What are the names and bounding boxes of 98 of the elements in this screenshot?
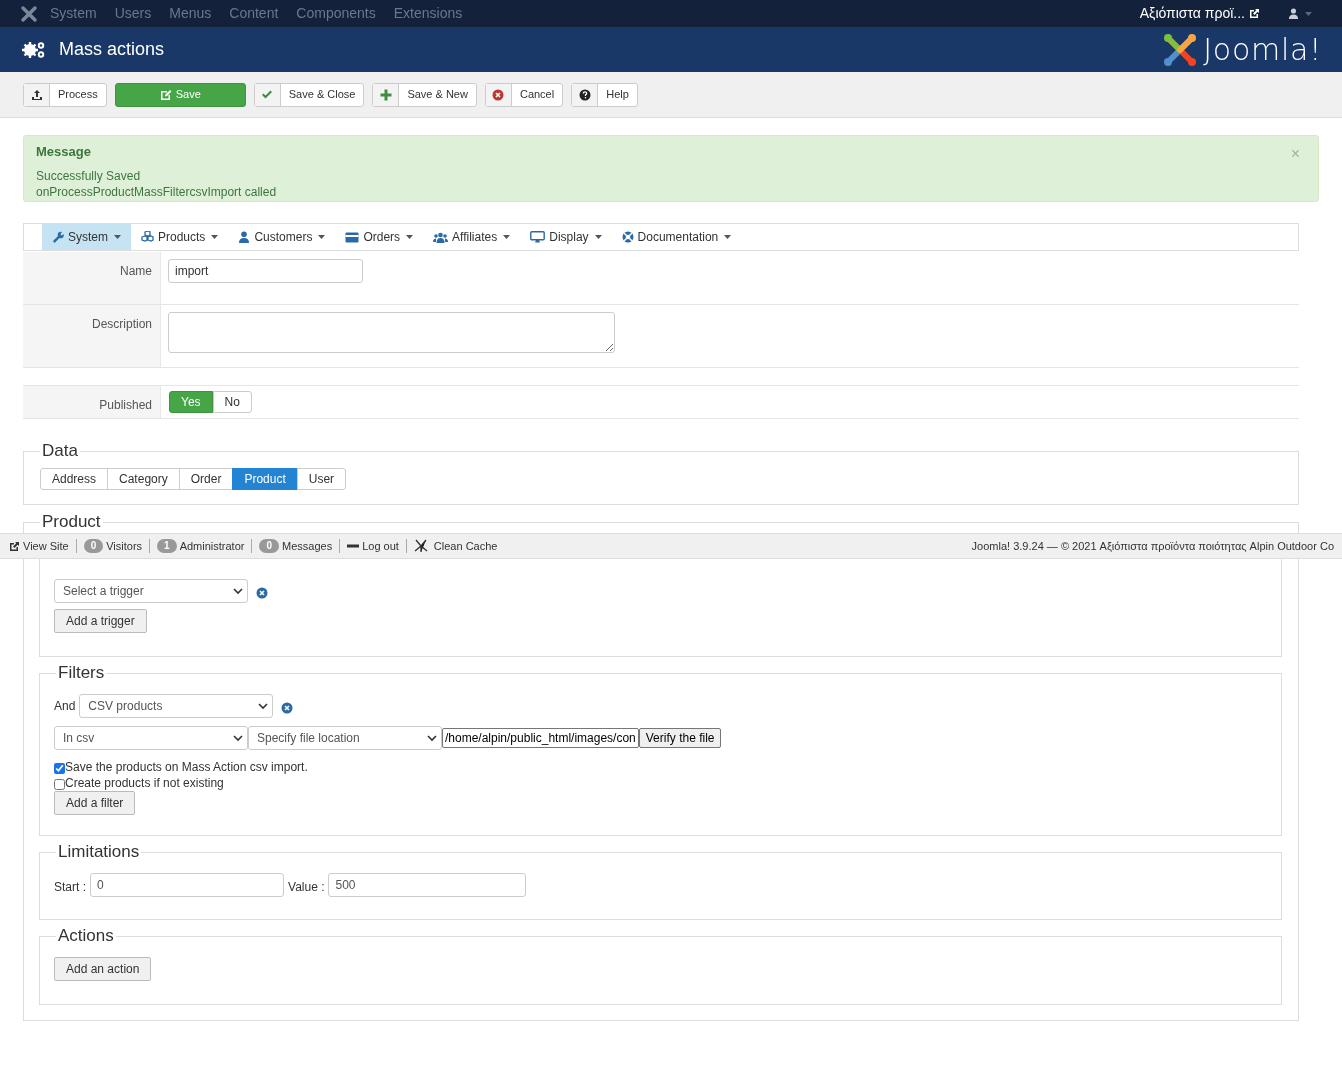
data-tab[interactable]: Address [40,468,109,490]
menu-tab[interactable]: Display [520,224,612,250]
joomla-icon[interactable] [20,4,38,23]
help-icon [578,88,591,101]
caret-icon [211,235,219,239]
menu-item[interactable]: Components [296,3,376,24]
toolbar-button[interactable]: Save & Close [253,82,365,107]
field-label: Description [91,317,152,331]
field-label: Name [120,264,152,278]
caret-icon [724,235,732,239]
select-field[interactable]: CSV products [79,694,274,718]
menu-item[interactable]: Users [114,3,152,24]
field-label: Value : [288,879,325,896]
menu-tab[interactable]: Affiliates [423,224,521,250]
add-action-button[interactable]: Add an action [54,957,152,981]
menu-item[interactable]: Extensions [393,3,463,24]
logo-icon [1163,32,1198,67]
menu-tab[interactable]: Orders [335,224,424,250]
select-field[interactable]: In csv [54,726,248,750]
gears-icon [22,40,46,59]
count-badge: 1 [157,539,177,553]
data-tab[interactable]: Order [178,468,234,490]
upload-icon [30,88,43,101]
caret-icon [503,235,511,239]
status-link[interactable]: 0 Messages [259,537,333,555]
menu-item[interactable]: System [50,3,97,24]
menu-tab[interactable]: System [42,224,131,250]
plus-icon [379,88,392,101]
caret-icon [594,235,602,239]
check-icon [261,88,274,101]
status-link[interactable]: Clean Cache [413,537,498,555]
start-field[interactable]: 0 [90,873,284,897]
toolbar-button[interactable]: Help [571,82,638,107]
menu-item[interactable]: Content [229,3,279,24]
count-badge: 0 [259,539,279,553]
field-label: Start : [54,879,86,896]
checkbox[interactable] [54,763,65,774]
broom-icon [413,539,428,553]
status-link[interactable]: View Site [9,537,69,555]
logo-text: Joomla! [1203,34,1322,65]
caret-icon [114,235,121,239]
external-link-icon [9,540,20,552]
edit-icon [159,88,172,101]
message-heading: Message [36,143,91,161]
checkbox[interactable] [54,779,65,790]
select-field[interactable]: Specify file location [248,726,442,750]
value-field[interactable]: 500 [328,873,527,897]
status-link[interactable]: 1 Administrator [157,537,245,555]
card-icon [345,231,360,243]
menu-tab[interactable]: Customers [228,224,336,250]
toggle-option[interactable]: No [212,391,252,413]
chevron-icon [233,734,243,742]
cubes-icon [141,231,154,243]
filter-conjunction: And [54,698,76,715]
caret-icon [318,235,326,239]
add-trigger-button[interactable]: Add a trigger [54,609,147,633]
toolbar-button[interactable]: Save & New [372,82,477,107]
description-field[interactable] [168,312,615,353]
chevron-icon [258,702,269,710]
data-tab[interactable]: Category [107,468,180,490]
caret-icon [406,235,414,239]
select-field[interactable]: Select a trigger [54,579,248,603]
toolbar-button[interactable]: Cancel [484,82,564,107]
add-filter-button[interactable]: Add a filter [54,791,136,815]
user-menu[interactable] [1288,8,1312,19]
data-tab[interactable]: Product [232,468,298,490]
checkbox-label: Save the products on Mass Action csv import. [65,760,308,774]
count-badge: 0 [83,539,104,553]
cancel-icon [492,88,505,101]
remove-icon[interactable] [281,701,294,714]
remove-icon[interactable] [256,586,268,599]
menu-tab[interactable]: Products [131,224,229,250]
wrench-icon [52,231,64,243]
status-link[interactable]: 0 Visitors [83,537,143,555]
page-title: Mass actions [59,38,165,61]
lifebuoy-icon [621,231,634,243]
file-path-field[interactable]: /home/alpin/public_html/images/con [442,728,639,748]
message-text: Successfully Saved [36,167,141,184]
site-link[interactable]: Αξιόπιστα προϊ... [1139,3,1245,24]
data-tab[interactable]: User [296,468,347,490]
chevron-icon [233,587,243,595]
copyright-text: Joomla! 3.9.24 — © 2021 Αξιόπιστα προϊόντα ποιότητας Alpin Outdoor Co [971,538,1334,554]
minus-icon [347,544,360,548]
users-icon [433,231,449,243]
toolbar-button[interactable]: Process [23,82,107,107]
menu-tab[interactable]: Documentation [611,224,742,250]
caret-icon [1305,11,1312,16]
field-label: Published [99,398,152,412]
user-icon [238,231,251,243]
name-field[interactable]: import [168,259,363,283]
status-link[interactable]: Log out [347,537,399,555]
verify-button[interactable]: Verify the file [638,728,722,748]
chevron-icon [427,734,437,742]
external-link-icon [1249,8,1260,19]
message-text: onProcessProductMassFiltercsvImport called [36,183,277,200]
monitor-icon [530,231,546,243]
menu-item[interactable]: Menus [169,3,212,24]
checkbox-label: Create products if not existing [65,776,224,790]
